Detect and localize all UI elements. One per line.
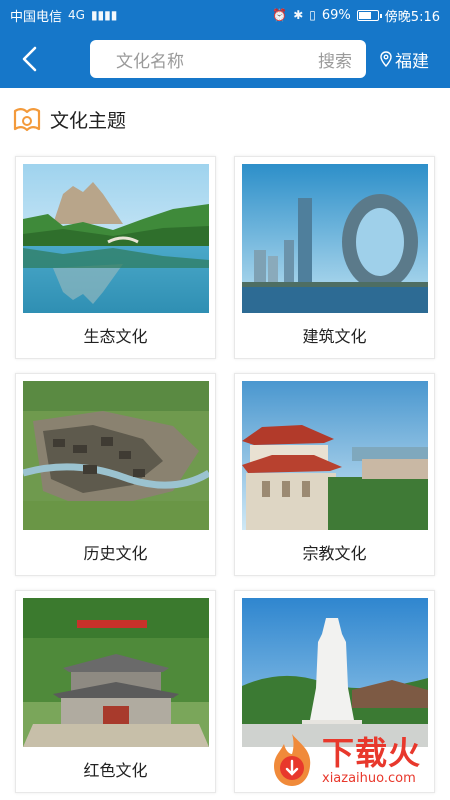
watermark-url: xiazaihuo.com — [322, 770, 416, 786]
category-label: 红色文化 — [83, 761, 148, 780]
category-label: 建筑文化 — [302, 327, 367, 346]
category-label: 宗教文化 — [302, 544, 367, 563]
architecture-photo — [242, 164, 428, 313]
ecology-photo — [23, 164, 209, 313]
fire-download-icon — [274, 734, 311, 786]
category-card-history[interactable]: 历史文化 — [15, 373, 216, 576]
category-label: 历史文化 — [83, 544, 148, 563]
category-card-red[interactable]: 红色文化 — [15, 590, 216, 793]
religion-photo — [242, 381, 428, 530]
watermark-title: 下载火 — [322, 733, 422, 772]
category-label: 生态文化 — [83, 327, 148, 346]
category-grid: 生态文化 建筑文化 历史文化 宗教文化 红色文化 — [0, 0, 450, 800]
red-culture-photo — [23, 598, 209, 747]
category-card-religion[interactable]: 宗教文化 — [234, 373, 435, 576]
watermark-logo: 下载火 xiazaihuo.com — [266, 724, 446, 796]
history-photo — [23, 381, 209, 530]
category-card-architecture[interactable]: 建筑文化 — [234, 156, 435, 359]
category-card-ecology[interactable]: 生态文化 — [15, 156, 216, 359]
